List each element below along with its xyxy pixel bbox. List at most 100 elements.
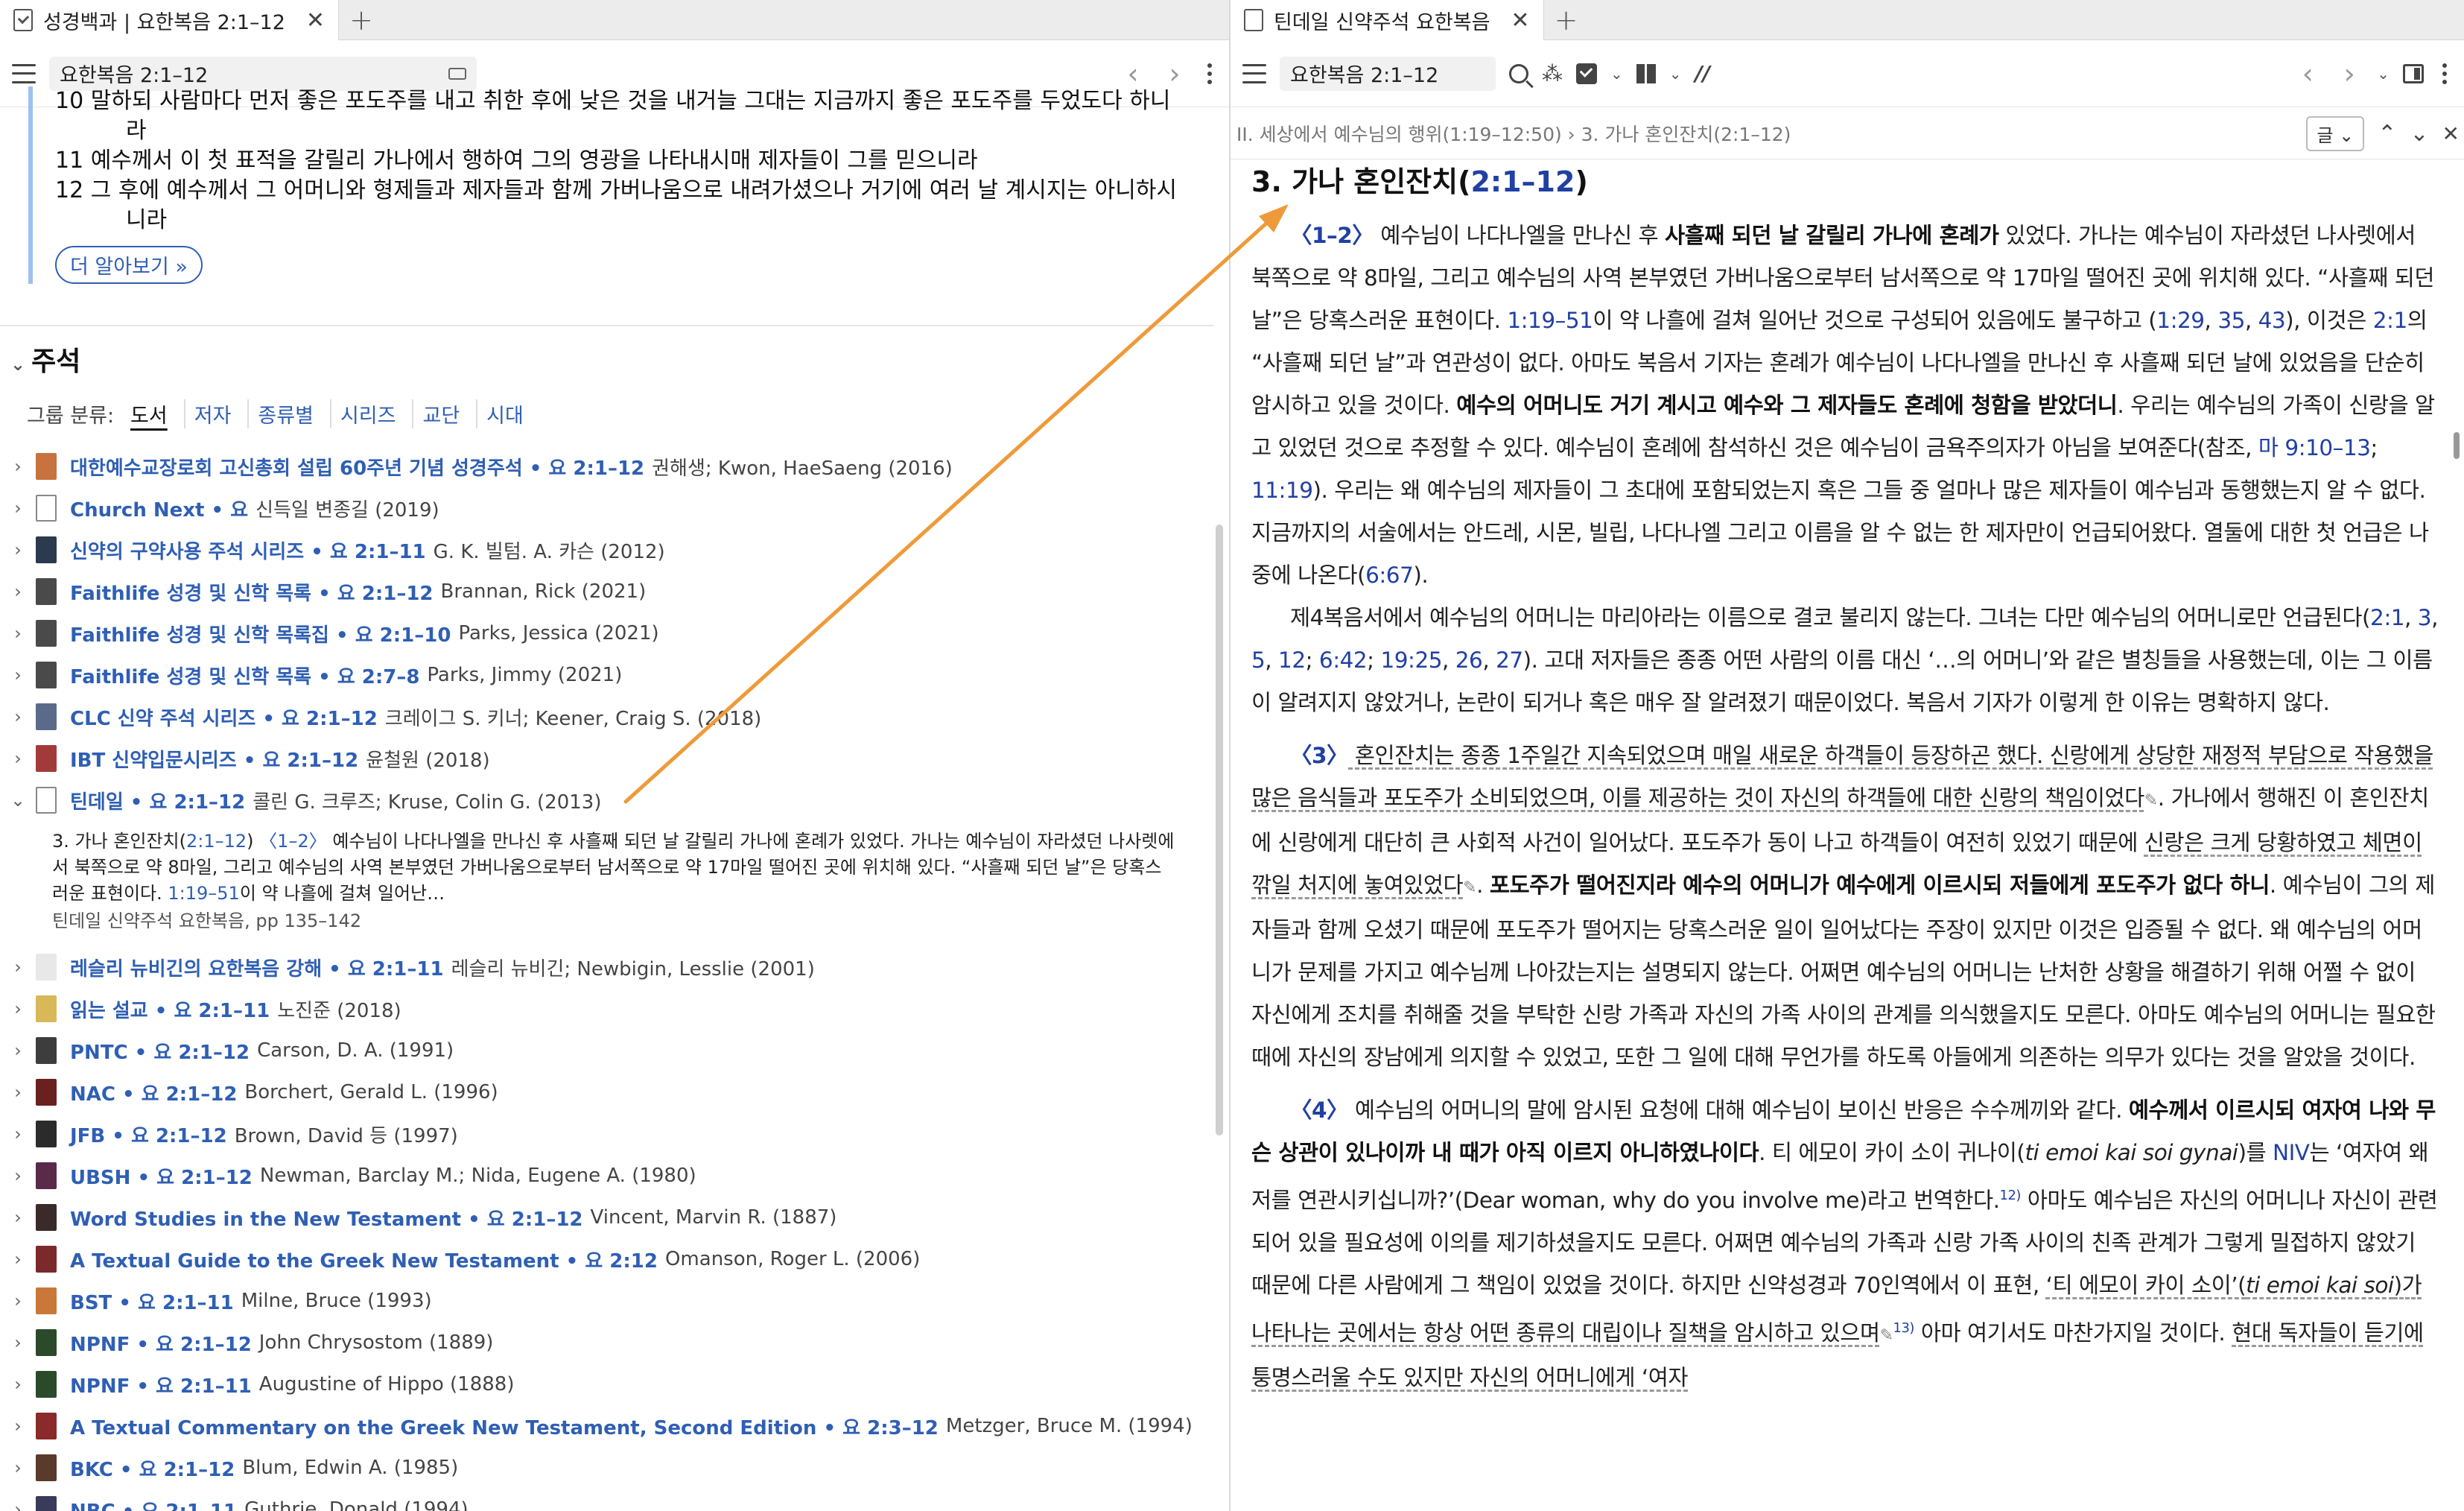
chevron-right-icon[interactable]: ›: [0, 1332, 36, 1353]
commentary-title[interactable]: NPNF • 요 2:1–12: [70, 1329, 252, 1357]
note-pen-icon[interactable]: ✎: [1463, 878, 1476, 897]
chevron-right-icon[interactable]: ›: [0, 1249, 36, 1270]
interlinear-icon[interactable]: //: [1695, 61, 1710, 86]
commentary-item[interactable]: › Faithlife 성경 및 신학 목록집 • 요 2:1–10 Parks, …: [0, 612, 1207, 654]
commentary-title[interactable]: Faithlife 성경 및 신학 목록집 • 요 2:1–10: [70, 620, 451, 647]
chevron-right-icon[interactable]: ›: [0, 748, 36, 769]
commentary-item[interactable]: › CLC 신약 주석 시리즈 • 요 2:1–12 크레이그 S. 키너; Kee…: [0, 696, 1207, 738]
commentary-item[interactable]: › PNTC • 요 2:1–12 Carson, D. A. (1991): [0, 1030, 1207, 1071]
commentary-title[interactable]: NAC • 요 2:1–12: [70, 1079, 237, 1106]
chevron-right-icon[interactable]: ›: [0, 1082, 36, 1103]
verse-reference[interactable]: 〈1–2〉: [1290, 223, 1374, 248]
excerpt-link[interactable]: 2:1–12: [186, 831, 247, 852]
visual-filter-icon[interactable]: ⁂: [1542, 61, 1563, 86]
commentary-item[interactable]: › BST • 요 2:1–11 Milne, Bruce (1993): [0, 1280, 1207, 1322]
commentary-item[interactable]: › IBT 신약입문시리즈 • 요 2:1–12 윤철원 (2018): [0, 738, 1207, 779]
add-tab-button[interactable]: +: [1544, 0, 1589, 39]
scripture-link[interactable]: 12: [1278, 647, 1306, 673]
back-icon[interactable]: ‹: [1119, 57, 1147, 90]
commentary-item[interactable]: › NPNF • 요 2:1–12 John Chrysostom (1889): [0, 1322, 1207, 1363]
chevron-right-icon[interactable]: ›: [0, 1499, 36, 1511]
commentary-item[interactable]: › UBSH • 요 2:1–12 Newman, Barclay M.; Nida…: [0, 1155, 1207, 1197]
chevron-down-icon[interactable]: ⌄: [1669, 65, 1682, 83]
scripture-link[interactable]: 6:42: [1319, 647, 1368, 673]
chevron-right-icon[interactable]: ›: [0, 1416, 36, 1436]
scripture-link[interactable]: 27: [1496, 647, 1523, 673]
scripture-link[interactable]: 6:67: [1365, 563, 1414, 588]
commentary-title[interactable]: A Textual Commentary on the Greek New Te…: [70, 1413, 939, 1440]
section-heading-commentary[interactable]: ⌄ 주석: [10, 340, 80, 378]
menu-icon[interactable]: [12, 63, 36, 83]
scroll-up-icon[interactable]: ⌃: [2378, 121, 2396, 147]
commentary-title[interactable]: JFB • 요 2:1–12: [70, 1121, 227, 1148]
scripture-link[interactable]: 26: [1455, 647, 1483, 673]
commentary-item[interactable]: › BKC • 요 2:1–12 Blum, Edwin A. (1985): [0, 1447, 1207, 1489]
verse-reference[interactable]: 〈4〉: [1290, 1097, 1349, 1123]
commentary-title[interactable]: 틴데일 • 요 2:1–12: [70, 787, 245, 814]
chevron-down-icon[interactable]: ⌄: [1610, 65, 1623, 83]
chevron-right-icon[interactable]: ›: [0, 957, 36, 978]
commentary-title[interactable]: 대한예수교장로회 고신총회 설립 60주년 기념 성경주석 • 요 2:1–12: [70, 453, 644, 481]
verse-reference[interactable]: 〈3〉: [1290, 743, 1349, 768]
chevron-right-icon[interactable]: ›: [0, 706, 36, 727]
group-option-denomination[interactable]: 교단: [412, 399, 469, 428]
keyboard-icon[interactable]: [448, 67, 466, 80]
chevron-right-icon[interactable]: ›: [0, 456, 36, 477]
commentary-item[interactable]: › Faithlife 성경 및 신학 목록 • 요 2:1–12 Brannan,…: [0, 571, 1207, 612]
note-pen-icon[interactable]: ✎: [1880, 1326, 1893, 1345]
font-select[interactable]: 글 ⌄: [2306, 115, 2365, 151]
group-option-type[interactable]: 종류별: [247, 399, 323, 428]
commentary-item[interactable]: › 대한예수교장로회 고신총회 설립 60주년 기념 성경주석 • 요 2:1–1…: [0, 446, 1207, 487]
tab-tyndale-john[interactable]: 틴데일 신약주석 요한복음 ✕: [1231, 0, 1544, 40]
scripture-link[interactable]: 3: [2418, 605, 2432, 630]
commentary-title[interactable]: Faithlife 성경 및 신학 목록 • 요 2:7–8: [70, 662, 419, 689]
scripture-link[interactable]: 19:25: [1381, 647, 1443, 673]
footnote-13[interactable]: 13): [1893, 1320, 1915, 1336]
commentary-title[interactable]: NBC • 요 2:1–11: [70, 1496, 237, 1511]
add-tab-button[interactable]: +: [339, 0, 384, 39]
breadcrumb[interactable]: II. 세상에서 예수님의 행위(1:19–12:50) › 3. 가나 혼인잔…: [1236, 120, 1791, 147]
chevron-down-icon[interactable]: ⌄: [0, 790, 36, 811]
commentary-title[interactable]: NPNF • 요 2:1–11: [70, 1371, 252, 1398]
scripture-link[interactable]: 1:19–51: [1507, 308, 1593, 333]
commentary-title[interactable]: UBSH • 요 2:1–12: [70, 1162, 253, 1190]
scripture-link[interactable]: 11:19: [1251, 478, 1313, 503]
tab-bible-encyclopedia[interactable]: 성경백과 | 요한복음 2:1–12 ✕: [0, 0, 340, 40]
commentary-item[interactable]: › A Textual Guide to the Greek New Testam…: [0, 1238, 1207, 1280]
excerpt-link[interactable]: 〈1–2〉: [259, 831, 327, 852]
commentary-title[interactable]: BST • 요 2:1–11: [70, 1287, 234, 1315]
commentary-item[interactable]: › NAC • 요 2:1–12 Borchert, Gerald L. (1996…: [0, 1071, 1207, 1113]
chevron-right-icon[interactable]: ›: [0, 1124, 36, 1144]
group-option-series[interactable]: 시리즈: [329, 399, 405, 428]
search-icon[interactable]: [1509, 63, 1528, 83]
group-option-author[interactable]: 저자: [183, 399, 241, 428]
commentary-title[interactable]: 읽는 설교 • 요 2:1–11: [70, 995, 270, 1023]
checkbox-icon[interactable]: [1576, 63, 1597, 84]
scripture-link[interactable]: 43: [2258, 308, 2286, 333]
chevron-right-icon[interactable]: ›: [0, 1207, 36, 1228]
chevron-right-icon[interactable]: ›: [0, 539, 36, 560]
menu-icon[interactable]: [1242, 63, 1266, 83]
group-option-book[interactable]: 도서: [121, 399, 177, 428]
chevron-right-icon[interactable]: ›: [0, 1374, 36, 1395]
right-scrollbar[interactable]: [2454, 432, 2460, 459]
left-scrollbar[interactable]: [1216, 525, 1223, 1135]
commentary-item[interactable]: › NBC • 요 2:1–11 Guthrie, Donald (1994): [0, 1489, 1207, 1511]
scripture-link[interactable]: 1:29: [2156, 308, 2205, 333]
chevron-right-icon[interactable]: ›: [0, 581, 36, 602]
heading-reference-link[interactable]: 2:1–12: [1470, 165, 1575, 198]
commentary-title[interactable]: BKC • 요 2:1–12: [70, 1454, 235, 1482]
scripture-link[interactable]: 2:1: [2370, 605, 2404, 630]
learn-more-button[interactable]: 더 알아보기 »: [55, 246, 203, 284]
excerpt-link[interactable]: 1:19–51: [168, 883, 239, 904]
reference-input[interactable]: 요한복음 2:1–12: [49, 56, 477, 91]
chevron-right-icon[interactable]: ›: [0, 623, 36, 644]
commentary-item[interactable]: › Faithlife 성경 및 신학 목록 • 요 2:7–8 Parks, Ji…: [0, 654, 1207, 696]
scripture-link[interactable]: 35: [2217, 308, 2245, 333]
note-pen-icon[interactable]: ✎: [2144, 791, 2158, 810]
chevron-right-icon[interactable]: ›: [0, 1040, 36, 1061]
reference-input[interactable]: 요한복음 2:1–12: [1280, 56, 1496, 91]
footnote-12[interactable]: 12): [2000, 1188, 2022, 1203]
commentary-title[interactable]: IBT 신약입문시리즈 • 요 2:1–12: [70, 745, 358, 773]
commentary-item[interactable]: › 읽는 설교 • 요 2:1–11 노진준 (2018): [0, 988, 1207, 1030]
